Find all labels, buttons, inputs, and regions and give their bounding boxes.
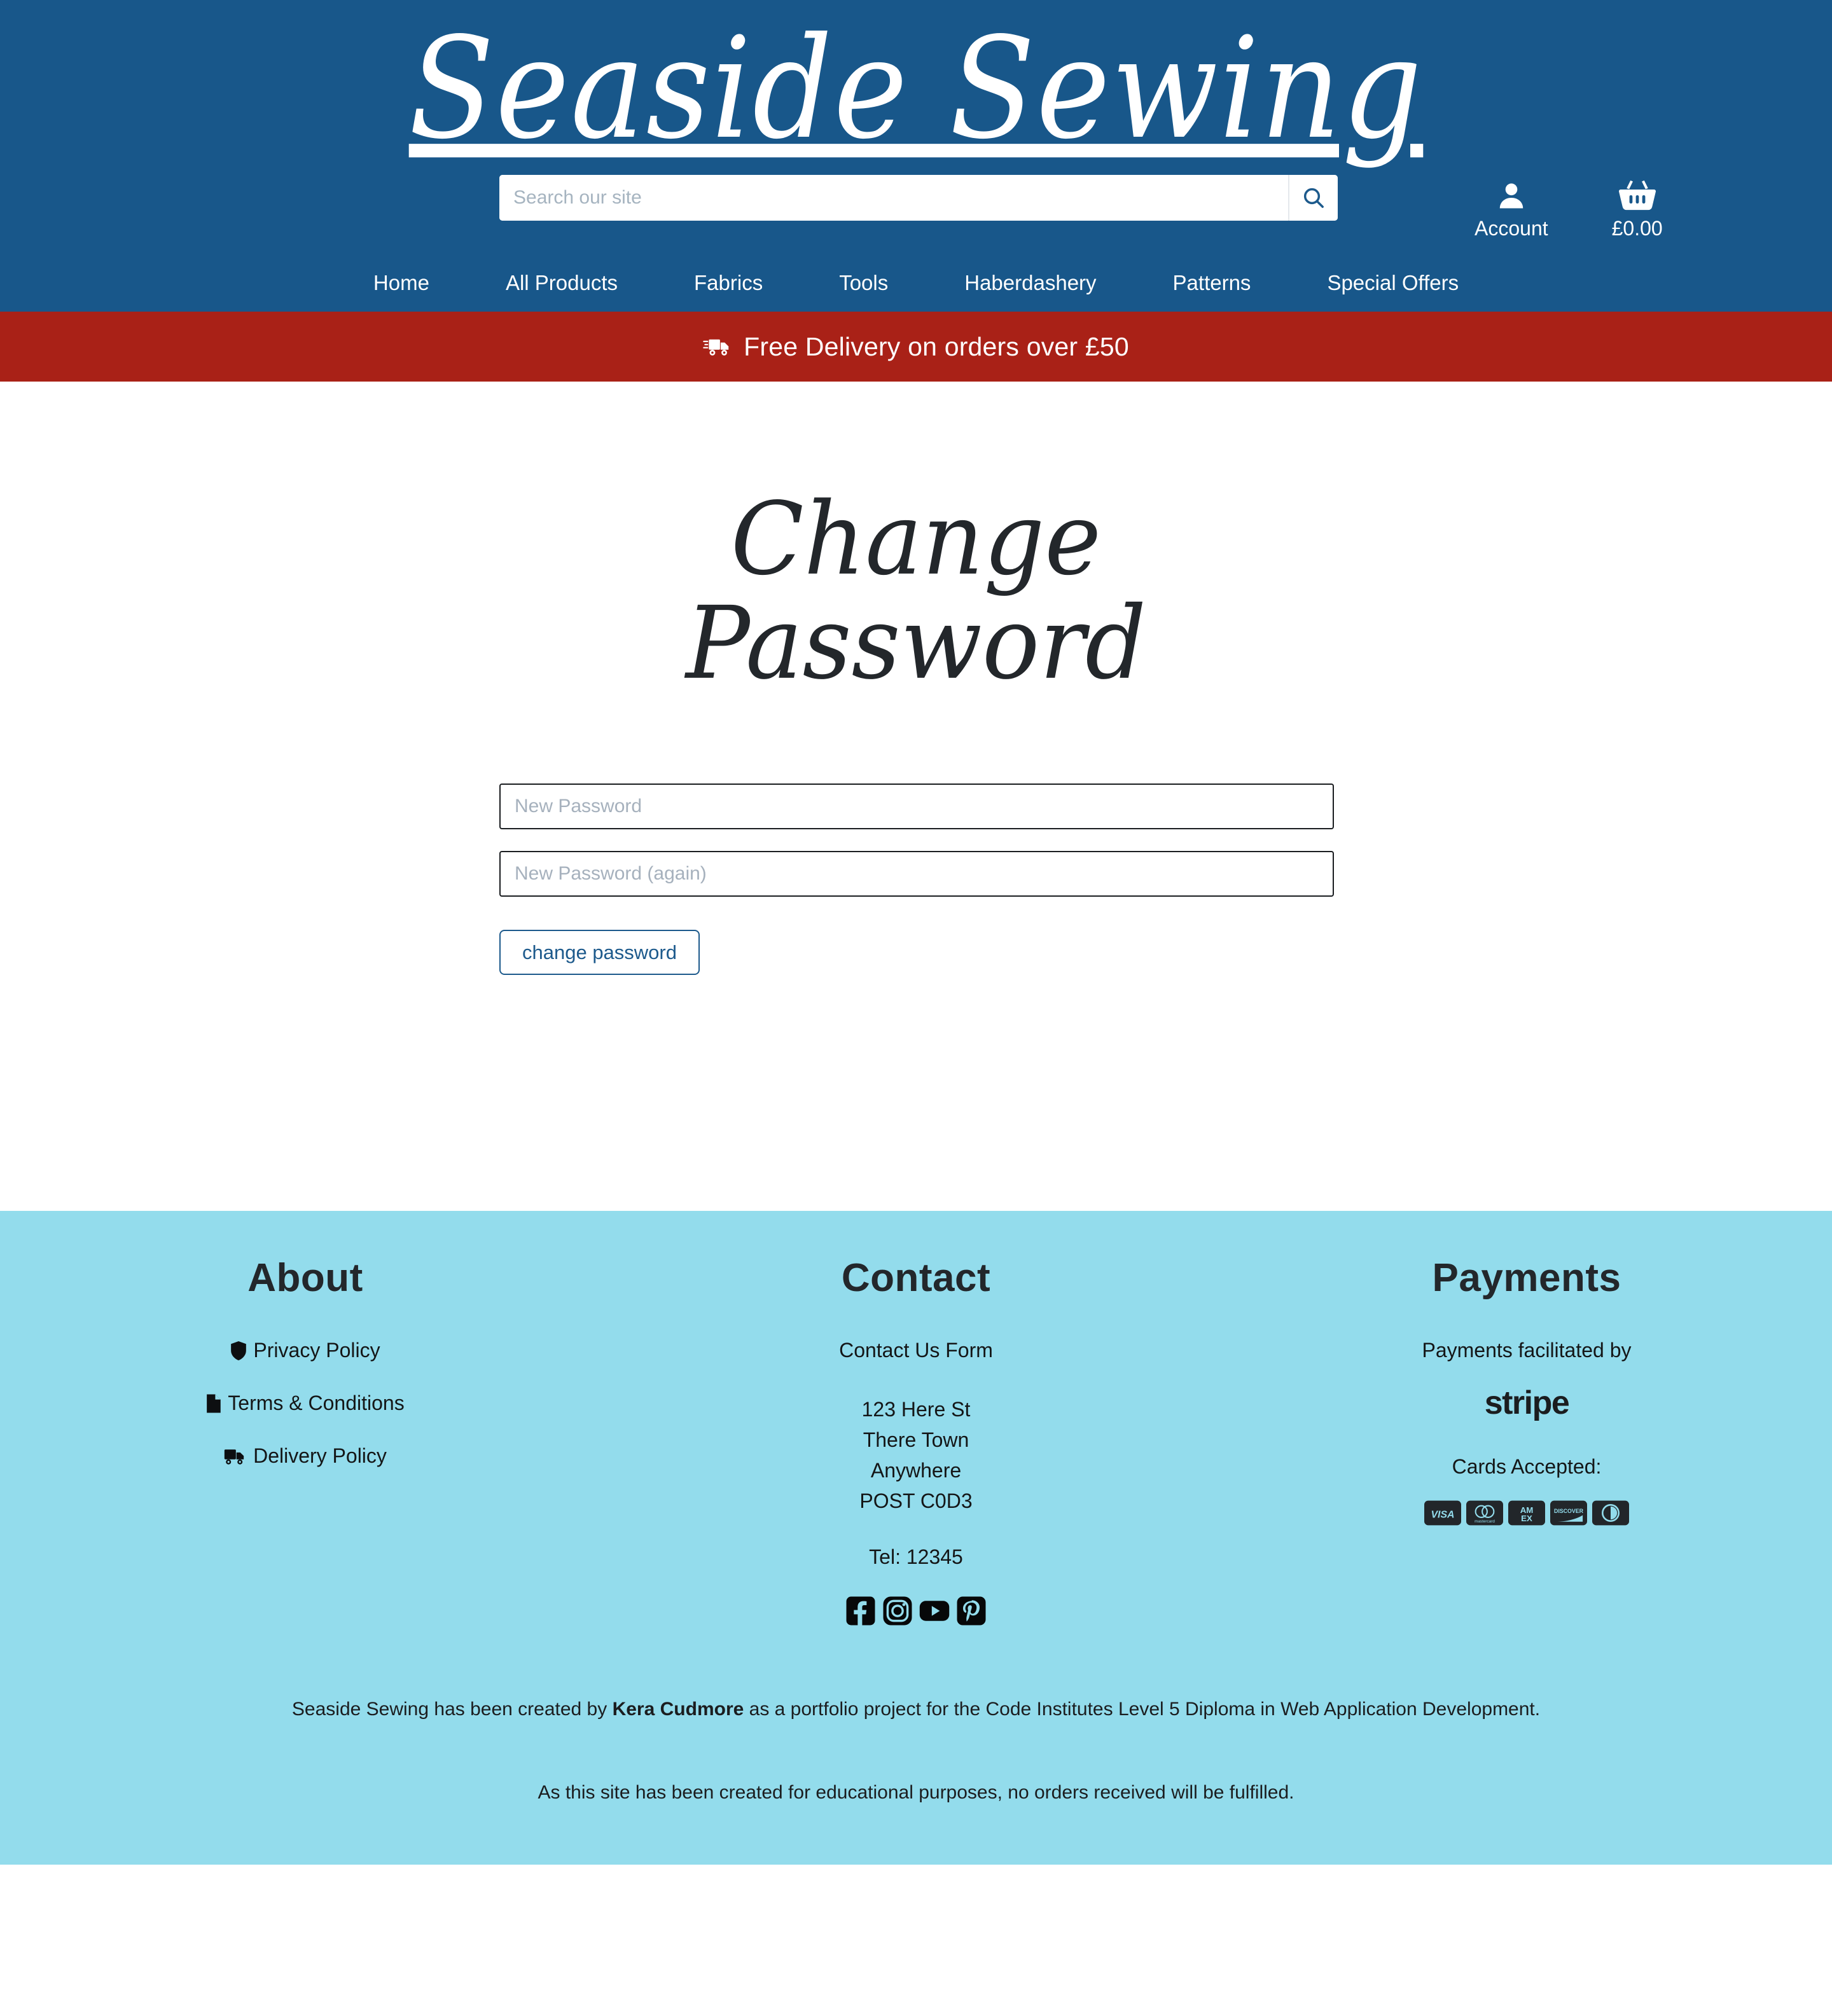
truck-icon bbox=[703, 336, 732, 357]
header-utility-row: Account £0.00 bbox=[0, 175, 1832, 240]
facebook-icon bbox=[845, 1596, 876, 1626]
free-delivery-banner: Free Delivery on orders over £50 bbox=[0, 312, 1832, 382]
search-input[interactable] bbox=[499, 175, 1288, 221]
contact-heading: Contact bbox=[841, 1256, 991, 1301]
address-line-2: There Town bbox=[863, 1428, 969, 1452]
credit-text-before: Seaside Sewing has been created by bbox=[291, 1699, 613, 1720]
youtube-link[interactable] bbox=[919, 1596, 950, 1626]
credit-author-name: Kera Cudmore bbox=[612, 1699, 744, 1720]
nav-item-special-offers[interactable]: Special Offers bbox=[1289, 271, 1497, 295]
new-password-input[interactable] bbox=[499, 784, 1334, 830]
nav-item-all-products[interactable]: All Products bbox=[468, 271, 656, 295]
truck-icon bbox=[224, 1447, 247, 1465]
shield-icon bbox=[230, 1341, 247, 1361]
terms-conditions-link[interactable]: Terms & Conditions bbox=[0, 1391, 611, 1415]
svg-text:mastercard: mastercard bbox=[1475, 1520, 1495, 1524]
search-zone bbox=[499, 175, 1338, 221]
change-password-form: change password bbox=[499, 688, 1334, 976]
delivery-policy-label: Delivery Policy bbox=[253, 1444, 387, 1468]
cards-accepted-label: Cards Accepted: bbox=[1452, 1455, 1602, 1479]
about-heading: About bbox=[247, 1256, 363, 1301]
social-links bbox=[611, 1596, 1221, 1626]
site-footer: About Privacy Policy Terms & Conditions bbox=[0, 1211, 1832, 1865]
contact-us-form-link[interactable]: Contact Us Form bbox=[611, 1339, 1221, 1362]
address-postcode: POST C0D3 bbox=[859, 1489, 973, 1513]
nav-item-haberdashery[interactable]: Haberdashery bbox=[926, 271, 1134, 295]
footer-column-contact: Contact Contact Us Form 123 Here St Ther… bbox=[611, 1255, 1221, 1626]
main-content: Change Password change password bbox=[0, 382, 1832, 1145]
search-icon bbox=[1301, 185, 1326, 211]
nav-item-fabrics[interactable]: Fabrics bbox=[656, 271, 801, 295]
diners-club-card-icon bbox=[1592, 1500, 1629, 1529]
delivery-policy-link[interactable]: Delivery Policy bbox=[0, 1444, 611, 1468]
youtube-icon bbox=[919, 1596, 950, 1626]
nav-item-patterns[interactable]: Patterns bbox=[1135, 271, 1289, 295]
brand-wrap: Seaside Sewing bbox=[0, 8, 1832, 169]
svg-text:DISCOVER: DISCOVER bbox=[1554, 1508, 1584, 1514]
account-link[interactable]: Account bbox=[1475, 176, 1548, 240]
privacy-policy-link[interactable]: Privacy Policy bbox=[0, 1339, 611, 1362]
pinterest-icon bbox=[956, 1596, 987, 1626]
nav-item-tools[interactable]: Tools bbox=[801, 271, 926, 295]
mastercard-card-icon: mastercard bbox=[1466, 1500, 1503, 1529]
basket-link[interactable]: £0.00 bbox=[1612, 176, 1663, 240]
footer-columns: About Privacy Policy Terms & Conditions bbox=[0, 1255, 1832, 1626]
account-label: Account bbox=[1475, 217, 1548, 240]
basket-total: £0.00 bbox=[1611, 217, 1663, 240]
footer-column-payments: Payments Payments facilitated by stripe … bbox=[1221, 1255, 1832, 1529]
amex-card-icon: AM EX bbox=[1508, 1500, 1545, 1529]
basket-icon bbox=[1618, 176, 1656, 216]
address-line-1: 123 Here St bbox=[861, 1398, 971, 1421]
pinterest-link[interactable] bbox=[956, 1596, 987, 1626]
payments-heading: Payments bbox=[1432, 1256, 1621, 1301]
credit-text-after: as a portfolio project for the Code Inst… bbox=[744, 1699, 1541, 1720]
page-title: Change Password bbox=[686, 481, 1146, 702]
accepted-cards: VISA mastercard AM EX DISCOVER bbox=[1221, 1500, 1832, 1529]
visa-card-icon: VISA bbox=[1424, 1500, 1461, 1529]
nav-item-home[interactable]: Home bbox=[335, 271, 468, 295]
new-password-confirm-input[interactable] bbox=[499, 851, 1334, 897]
address-line-3: Anywhere bbox=[870, 1459, 962, 1482]
footer-credit: Seaside Sewing has been created by Kera … bbox=[0, 1695, 1832, 1807]
instagram-link[interactable] bbox=[882, 1596, 913, 1626]
file-icon bbox=[206, 1393, 221, 1414]
change-password-button[interactable]: change password bbox=[499, 930, 700, 976]
user-icon bbox=[1495, 176, 1528, 216]
credit-line-1: Seaside Sewing has been created by Kera … bbox=[191, 1695, 1641, 1725]
account-zone: Account £0.00 bbox=[1475, 175, 1663, 240]
svg-text:VISA: VISA bbox=[1431, 1510, 1454, 1521]
site-header: Seaside Sewing Search our site Account £… bbox=[0, 0, 1832, 312]
credit-line-2: As this site has been created for educat… bbox=[538, 1781, 1294, 1803]
discover-card-icon: DISCOVER bbox=[1550, 1500, 1587, 1529]
svg-text:EX: EX bbox=[1521, 1514, 1532, 1524]
main-nav: Home All Products Fabrics Tools Haberdas… bbox=[0, 271, 1832, 295]
payments-facilitated-text: Payments facilitated by bbox=[1422, 1339, 1632, 1362]
site-logo[interactable]: Seaside Sewing bbox=[409, 8, 1424, 169]
free-delivery-text: Free Delivery on orders over £50 bbox=[744, 331, 1129, 361]
instagram-icon bbox=[882, 1596, 913, 1626]
facebook-link[interactable] bbox=[845, 1596, 876, 1626]
search-form bbox=[499, 175, 1338, 221]
stripe-logo: stripe bbox=[1484, 1384, 1570, 1422]
footer-column-about: About Privacy Policy Terms & Conditions bbox=[0, 1255, 611, 1497]
search-button[interactable] bbox=[1288, 175, 1338, 221]
terms-conditions-label: Terms & Conditions bbox=[228, 1391, 405, 1415]
privacy-policy-label: Privacy Policy bbox=[253, 1339, 380, 1362]
telephone: Tel: 12345 bbox=[869, 1545, 963, 1569]
